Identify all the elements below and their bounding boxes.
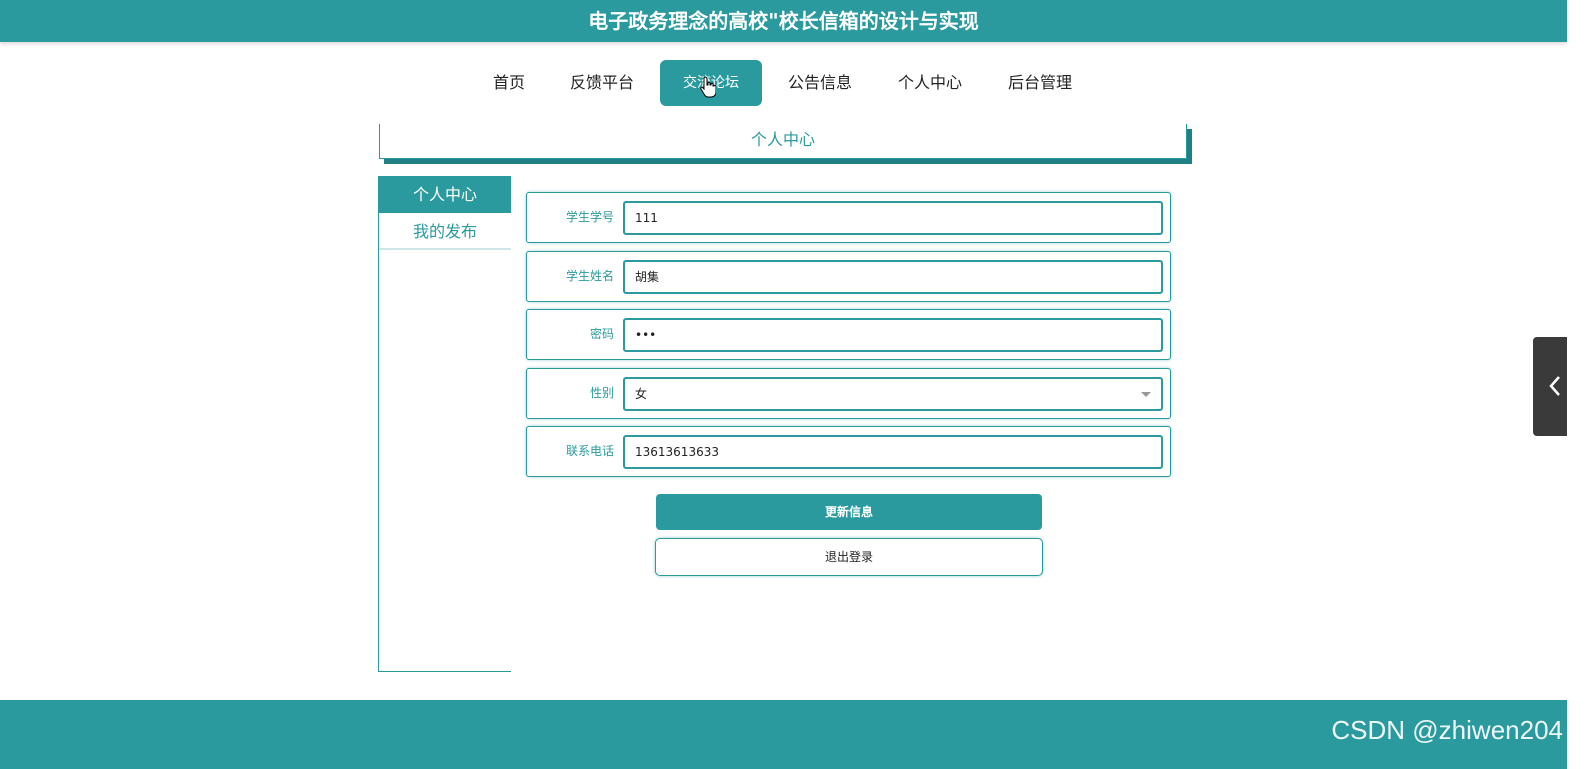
right-edge bbox=[1567, 0, 1585, 769]
gender-label: 性别 bbox=[589, 385, 614, 400]
student-name-input[interactable]: 胡集 bbox=[623, 259, 1163, 294]
form-row-student-id: 学生学号 111 bbox=[526, 192, 1171, 243]
sidebar-item-my-posts[interactable]: 我的发布 bbox=[379, 213, 511, 250]
form-row-gender: 性别 女 bbox=[526, 367, 1171, 419]
main-nav: 首页 反馈平台 交流论坛 公告信息 个人中心 后台管理 bbox=[0, 60, 1567, 106]
form-row-password: 密码 ••• bbox=[526, 309, 1171, 360]
nav-admin[interactable]: 后台管理 bbox=[1000, 60, 1080, 106]
form-row-phone: 联系电话 13613613633 bbox=[526, 426, 1171, 477]
caret-down-icon bbox=[1141, 391, 1151, 397]
password-label: 密码 bbox=[589, 327, 614, 341]
sidebar: 个人中心 我的发布 bbox=[378, 176, 511, 672]
profile-form: 学生学号 111 学生姓名 胡集 密码 ••• 性别 女 联系电话 136136… bbox=[526, 192, 1171, 485]
section-title: 个人中心 bbox=[379, 124, 1187, 159]
nav-announcements[interactable]: 公告信息 bbox=[780, 60, 860, 106]
student-id-label: 学生学号 bbox=[565, 210, 614, 224]
nav-profile[interactable]: 个人中心 bbox=[890, 60, 970, 106]
form-row-student-name: 学生姓名 胡集 bbox=[526, 250, 1171, 302]
gender-value: 女 bbox=[635, 386, 648, 401]
logout-button[interactable]: 退出登录 bbox=[655, 538, 1043, 576]
student-name-label: 学生姓名 bbox=[565, 268, 614, 283]
nav-feedback[interactable]: 反馈平台 bbox=[562, 60, 642, 106]
site-title: 电子政务理念的高校"校长信箱的设计与实现 bbox=[0, 0, 1567, 42]
page: 电子政务理念的高校"校长信箱的设计与实现 首页 反馈平台 交流论坛 公告信息 个… bbox=[0, 0, 1585, 769]
student-id-input[interactable]: 111 bbox=[623, 201, 1163, 235]
gender-select[interactable]: 女 bbox=[623, 376, 1163, 411]
sidebar-item-profile[interactable]: 个人中心 bbox=[379, 176, 511, 213]
password-input[interactable]: ••• bbox=[623, 318, 1163, 352]
phone-label: 联系电话 bbox=[565, 444, 614, 458]
hand-cursor-icon bbox=[700, 76, 716, 98]
side-panel-toggle[interactable] bbox=[1533, 337, 1568, 436]
watermark: CSDN @zhiwen204 bbox=[1331, 715, 1563, 745]
phone-input[interactable]: 13613613633 bbox=[623, 435, 1163, 469]
chevron-left-icon bbox=[1549, 376, 1560, 396]
update-info-button[interactable]: 更新信息 bbox=[656, 494, 1042, 530]
nav-home[interactable]: 首页 bbox=[484, 60, 534, 106]
